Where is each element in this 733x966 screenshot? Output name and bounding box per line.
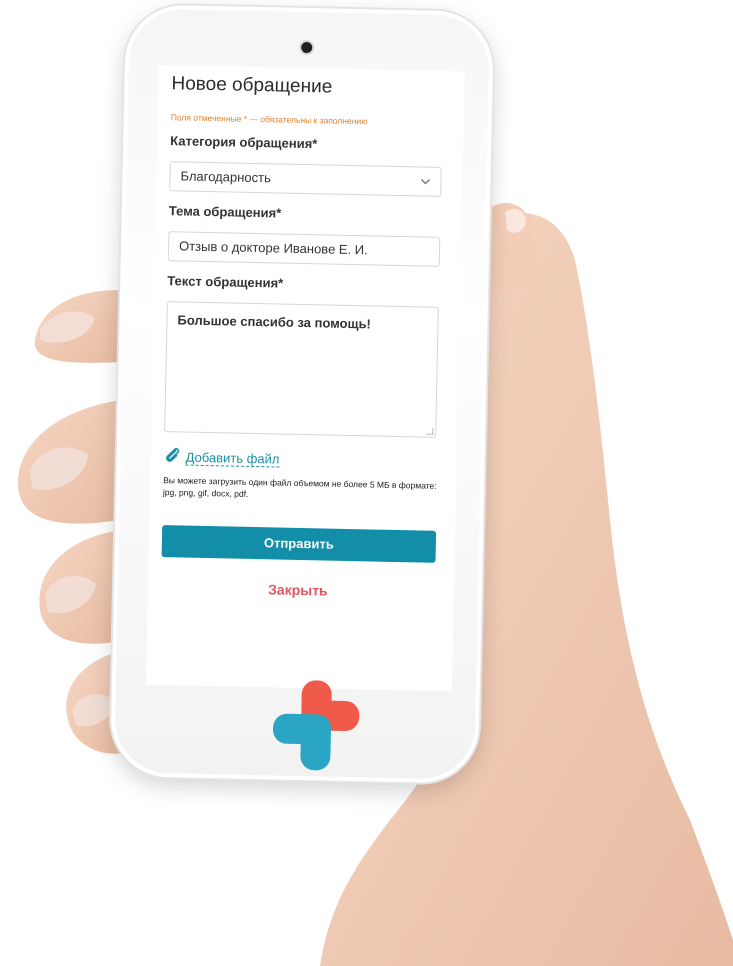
required-note: Поля отмеченные * — обязательны к заполн…	[170, 112, 368, 127]
category-select[interactable]: Благодарность	[169, 161, 442, 197]
page-title: Новое обращение	[171, 73, 333, 98]
message-textarea[interactable]: Большое спасибо за помощь!	[164, 301, 439, 438]
close-button[interactable]: Закрыть	[161, 579, 435, 601]
topic-label: Тема обращения*	[168, 203, 282, 221]
front-camera	[301, 41, 313, 54]
phone-screen: Новое обращение Поля отмеченные * — обяз…	[145, 64, 465, 771]
topic-input[interactable]: Отзыв о докторе Иванове Е. И.	[167, 231, 441, 267]
chevron-down-icon	[420, 167, 431, 206]
text-label: Текст обращения*	[167, 273, 284, 291]
category-label: Категория обращения*	[170, 133, 318, 152]
category-value: Благодарность	[180, 168, 271, 186]
paperclip-icon	[163, 446, 181, 467]
file-hint: Вы можете загрузить один файл объемом не…	[162, 475, 437, 499]
submit-button[interactable]: Отправить	[161, 525, 437, 563]
medical-cross-logo	[272, 679, 364, 776]
add-file-link[interactable]: Добавить файл	[163, 446, 280, 469]
add-file-label: Добавить файл	[185, 449, 280, 468]
phone: Новое обращение Поля отмеченные * — обяз…	[109, 4, 495, 784]
message-value: Большое спасибо за помощь!	[177, 312, 372, 332]
resize-handle[interactable]	[426, 427, 434, 435]
scene: Новое обращение Поля отмеченные * — обяз…	[0, 0, 733, 966]
